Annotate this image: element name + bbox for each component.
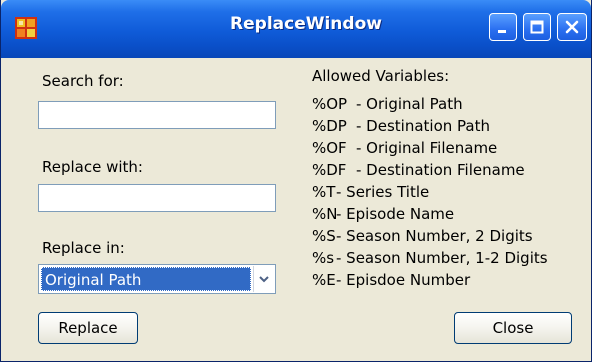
list-item: %OF - Original Filename xyxy=(312,139,497,161)
variable-description: - Episdoe Number xyxy=(336,271,471,289)
list-item: %DP - Destination Path xyxy=(312,117,490,139)
list-item: %T - Series Title xyxy=(312,183,449,205)
list-item: %OP - Original Path xyxy=(312,95,463,117)
dropdown-button[interactable] xyxy=(253,266,274,292)
variable-description: - Episode Name xyxy=(336,205,455,223)
variable-code: %OF xyxy=(312,139,347,157)
replace-input[interactable] xyxy=(38,184,276,212)
variables-list: %OP - Original Path %DP - Destination Pa… xyxy=(312,95,548,293)
minimize-icon xyxy=(498,30,506,33)
variable-code: %DF xyxy=(312,161,347,179)
variable-description: - Destination Filename xyxy=(356,161,525,179)
replace-in-label: Replace in: xyxy=(42,239,125,257)
variable-description: - Season Number, 1-2 Digits xyxy=(336,249,548,267)
variable-code: %s xyxy=(312,249,335,267)
variable-code: %N xyxy=(312,205,338,223)
variable-description: - Original Filename xyxy=(356,139,498,157)
list-item: %N - Episode Name xyxy=(312,205,454,227)
list-item: %s - Season Number, 1-2 Digits xyxy=(312,249,548,271)
window-title: ReplaceWindow xyxy=(230,14,382,34)
title-bar[interactable]: ReplaceWindow xyxy=(1,0,591,58)
variable-code: %E xyxy=(312,271,336,289)
variable-description: - Original Path xyxy=(356,95,463,113)
close-window-button[interactable] xyxy=(557,13,587,41)
variable-description: - Season Number, 2 Digits xyxy=(336,227,533,245)
replace-button[interactable]: Replace xyxy=(38,312,138,344)
search-label: Search for: xyxy=(42,72,124,90)
allowed-variables-title: Allowed Variables: xyxy=(312,67,450,85)
list-item: %E - Episdoe Number xyxy=(312,271,470,293)
app-icon xyxy=(15,17,37,39)
variable-code: %T xyxy=(312,183,336,201)
replace-in-select[interactable]: Original Path xyxy=(38,264,276,294)
close-button[interactable]: Close xyxy=(454,312,572,344)
replace-in-selected-value: Original Path xyxy=(41,267,251,291)
list-item: %DF - Destination Filename xyxy=(312,161,525,183)
list-item: %S - Season Number, 2 Digits xyxy=(312,227,533,249)
search-input[interactable] xyxy=(38,101,276,129)
minimize-button[interactable] xyxy=(489,13,517,41)
variable-code: %OP xyxy=(312,95,348,113)
maximize-icon xyxy=(530,20,544,34)
dialog-body: Search for: Replace with: Replace in: Or… xyxy=(4,58,588,359)
close-icon xyxy=(565,20,579,34)
replace-window: ReplaceWindow Search for: Replace with: … xyxy=(0,0,592,362)
variable-description: - Destination Path xyxy=(356,117,490,135)
variable-code: %DP xyxy=(312,117,347,135)
replace-label: Replace with: xyxy=(42,158,143,176)
variable-code: %S xyxy=(312,227,336,245)
allowed-variables-panel: Allowed Variables: %OP - Original Path %… xyxy=(312,67,548,293)
variable-description: - Series Title xyxy=(336,183,430,201)
chevron-down-icon xyxy=(259,276,269,283)
maximize-button[interactable] xyxy=(523,13,551,41)
